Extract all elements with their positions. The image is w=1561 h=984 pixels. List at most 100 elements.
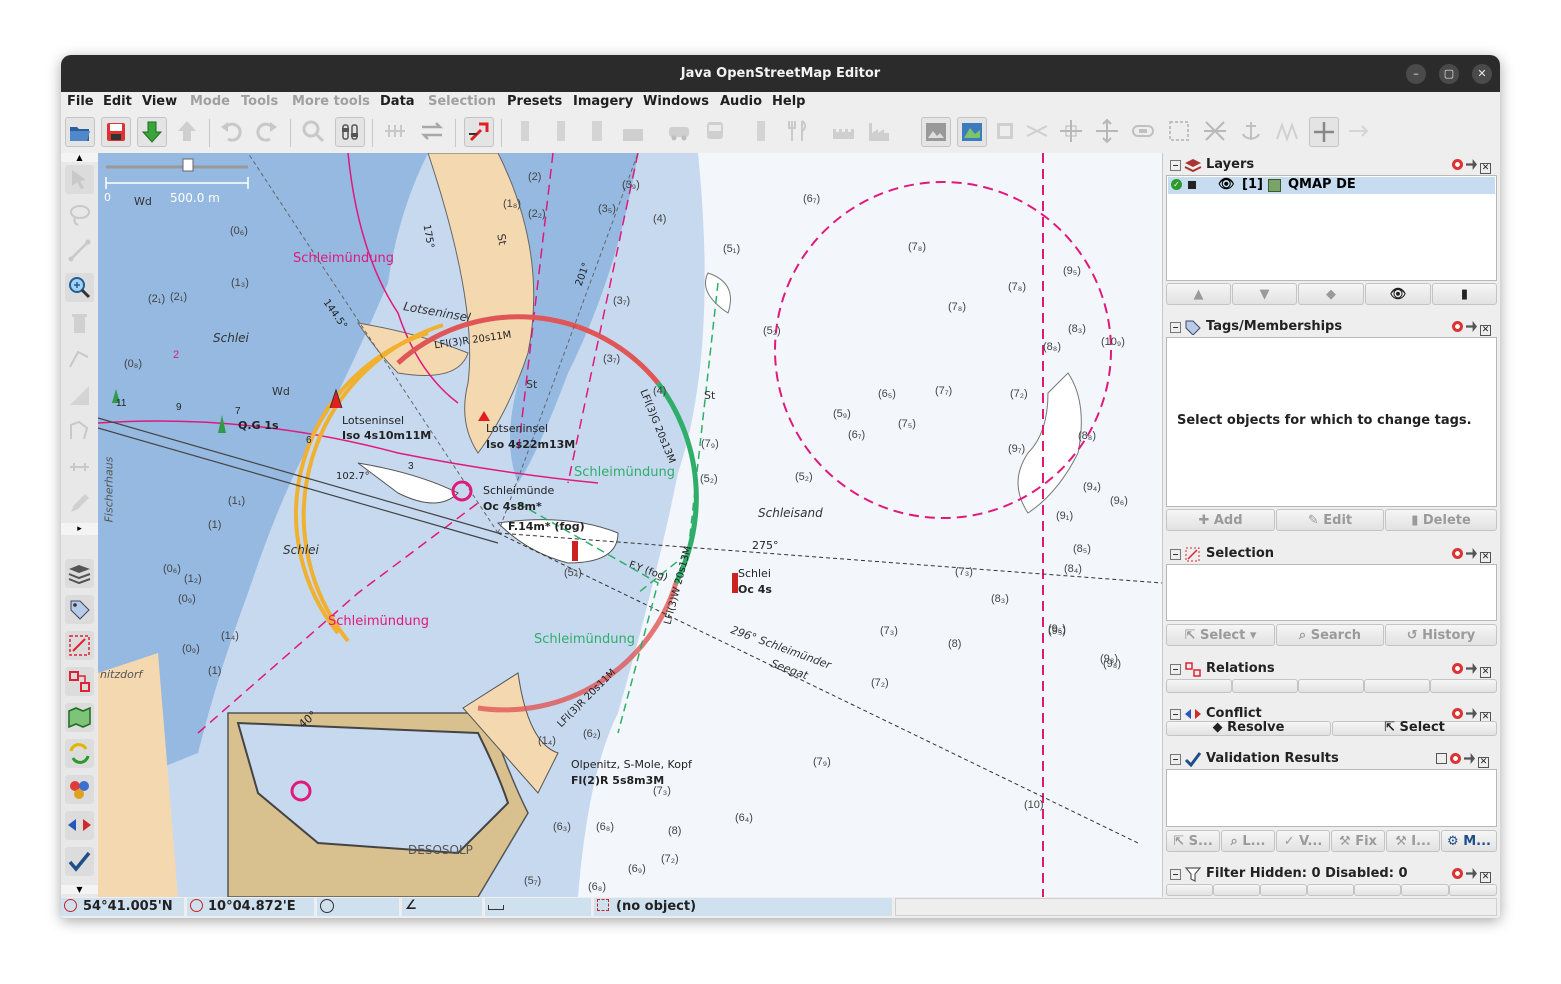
relation-select-button[interactable] <box>1430 679 1497 693</box>
undock-icon[interactable] <box>1466 708 1477 719</box>
x-cross-icon[interactable] <box>1201 117 1231 147</box>
collapse-icon[interactable]: − <box>1170 754 1181 765</box>
validation-ignore-button[interactable]: ⚒ I... <box>1386 830 1440 852</box>
align-icon[interactable] <box>65 453 94 482</box>
validation-select-button[interactable]: ⇱ S... <box>1166 830 1220 852</box>
relation-edit-button[interactable] <box>1232 679 1298 693</box>
menu-data[interactable]: Data <box>380 94 415 109</box>
download-icon[interactable] <box>137 117 167 147</box>
car-icon[interactable] <box>665 117 695 147</box>
open-file-icon[interactable] <box>65 117 95 147</box>
parallel-mode-icon[interactable] <box>65 381 94 410</box>
collapse-icon[interactable]: − <box>1170 549 1181 560</box>
delete-mode-icon[interactable] <box>65 309 94 338</box>
close-icon[interactable]: ✕ <box>1480 325 1491 336</box>
menu-windows[interactable]: Windows <box>643 94 709 109</box>
select-button[interactable]: ⇱ Select ▾ <box>1166 624 1275 646</box>
validation-fix-button[interactable]: ⚒ Fix <box>1331 830 1385 852</box>
improve-way-icon[interactable] <box>65 417 94 446</box>
imagery-map-icon[interactable] <box>957 117 987 147</box>
menu-more-tools[interactable]: More tools <box>292 94 370 109</box>
validation-validate-button[interactable]: ✓ V... <box>1276 830 1330 852</box>
image-grid-icon[interactable] <box>991 117 1021 147</box>
edit-tag-button[interactable]: ✎ Edit <box>1276 509 1384 531</box>
split-way-icon[interactable] <box>464 117 494 147</box>
menu-help[interactable]: Help <box>772 94 805 109</box>
building-icon-1[interactable] <box>511 117 541 147</box>
merge-layer-button[interactable]: ◆ <box>1298 283 1364 305</box>
undock-icon[interactable] <box>1466 159 1477 170</box>
active-layer-icon[interactable]: ✓ <box>1171 179 1182 190</box>
building-icon-3[interactable] <box>583 117 613 147</box>
menu-selection[interactable]: Selection <box>428 94 496 109</box>
menu-audio[interactable]: Audio <box>720 94 762 109</box>
anchor-icon[interactable] <box>1237 117 1267 147</box>
zoom-icon[interactable] <box>299 117 329 147</box>
help-icon[interactable] <box>1452 663 1463 674</box>
help-icon[interactable] <box>1452 321 1463 332</box>
delete-tag-button[interactable]: ▮ Delete <box>1385 509 1497 531</box>
menu-presets[interactable]: Presets <box>507 94 562 109</box>
filter-edit-button[interactable] <box>1213 884 1260 896</box>
maximize-button[interactable]: ▢ <box>1439 64 1459 84</box>
undock-icon[interactable] <box>1466 321 1477 332</box>
extrude-mode-icon[interactable] <box>65 345 94 374</box>
tags-toggle-icon[interactable] <box>65 595 94 624</box>
map-view[interactable]: 2 11 9 7 6 3 0 500.0 m Schleimündung Sch… <box>98 153 1162 897</box>
collapse-icon[interactable]: − <box>1170 664 1181 675</box>
castle-icon[interactable] <box>829 117 859 147</box>
layers-toggle-icon[interactable] <box>65 559 94 588</box>
help-icon[interactable] <box>1452 868 1463 879</box>
distribute-icon[interactable] <box>381 117 411 147</box>
menu-edit[interactable]: Edit <box>103 94 132 109</box>
undock-icon[interactable] <box>1466 868 1477 879</box>
wave-icon[interactable] <box>1023 117 1053 147</box>
scroll-up-arrow[interactable]: ▲ <box>61 153 98 162</box>
move-up-button[interactable]: ▲ <box>1166 283 1231 305</box>
bus-icon[interactable] <box>701 117 731 147</box>
arrow-right-icon[interactable] <box>1345 117 1375 147</box>
select-rect-icon[interactable] <box>1165 117 1195 147</box>
lasso-mode-icon[interactable] <box>65 201 94 230</box>
relation-new-button[interactable] <box>1166 679 1232 693</box>
relation-delete-button[interactable] <box>1364 679 1430 693</box>
filter-delete-button[interactable] <box>1260 884 1307 896</box>
filter-sort-button[interactable] <box>1401 884 1449 896</box>
selection-toggle-icon[interactable] <box>65 631 94 660</box>
zoom-mode-icon[interactable] <box>65 273 94 302</box>
reverse-way-icon[interactable] <box>418 117 448 147</box>
scroll-down-arrow[interactable]: ▼ <box>61 885 98 894</box>
menu-file[interactable]: File <box>67 94 94 109</box>
validation-toggle-icon[interactable] <box>65 847 94 876</box>
show-hide-button[interactable]: 👁 <box>1365 283 1431 305</box>
save-icon[interactable] <box>101 117 131 147</box>
collapse-icon[interactable]: − <box>1170 869 1181 880</box>
close-window-button[interactable]: ✕ <box>1472 64 1492 84</box>
close-icon[interactable]: ✕ <box>1480 667 1491 678</box>
expand-arrow[interactable]: ▸ <box>61 523 98 535</box>
collapse-icon[interactable]: − <box>1170 160 1181 171</box>
visibility-eye-icon[interactable]: 👁 <box>1218 177 1235 192</box>
close-icon[interactable]: ✕ <box>1480 163 1491 174</box>
filter-up-button[interactable] <box>1307 884 1354 896</box>
sync-toggle-icon[interactable] <box>65 739 94 768</box>
rounded-rect-icon[interactable] <box>1129 117 1159 147</box>
building-icon-2[interactable] <box>547 117 577 147</box>
draw-mode-icon[interactable] <box>65 237 94 266</box>
minimize-button[interactable]: – <box>1406 64 1426 84</box>
add-tag-button[interactable]: ✚ Add <box>1166 509 1275 531</box>
conflict-select-button[interactable]: ⇱ Select <box>1332 721 1497 736</box>
undock-icon[interactable] <box>1464 753 1475 764</box>
filter-reverse-button[interactable] <box>1449 884 1497 896</box>
plus-icon[interactable] <box>1309 117 1339 147</box>
validation-lookup-button[interactable]: ⌕ L... <box>1221 830 1275 852</box>
undo-icon[interactable] <box>217 117 247 147</box>
wall-icon[interactable] <box>619 117 649 147</box>
resolve-button[interactable]: ◆ Resolve <box>1166 721 1331 736</box>
zigzag-icon[interactable] <box>1273 117 1303 147</box>
select-mode-icon[interactable] <box>65 165 94 194</box>
undock-icon[interactable] <box>1466 663 1477 674</box>
history-button[interactable]: ↺ History <box>1385 624 1497 646</box>
delete-layer-button[interactable]: ▮ <box>1432 283 1497 305</box>
settings-icon[interactable] <box>1436 753 1447 764</box>
